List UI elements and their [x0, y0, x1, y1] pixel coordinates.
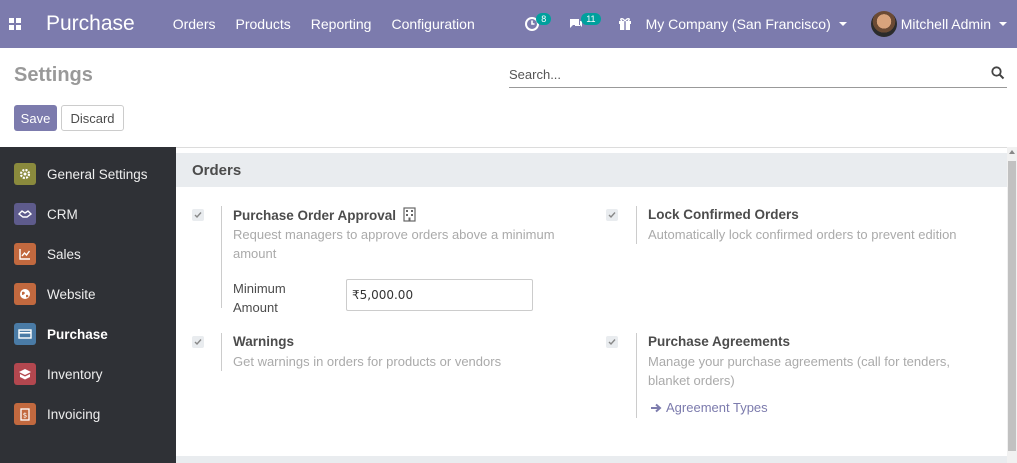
message-count-badge: 11 [581, 13, 601, 25]
save-button[interactable]: Save [14, 105, 57, 131]
agreement-types-link[interactable]: Agreement Types [650, 400, 768, 415]
top-navbar: Purchase Orders Products Reporting Confi… [0, 0, 1017, 48]
svg-text:$: $ [23, 411, 27, 419]
warnings-title: Warnings [233, 334, 295, 349]
discard-button[interactable]: Discard [61, 105, 124, 131]
sidebar-item-label: General Settings [47, 166, 148, 182]
company-name: My Company (San Francisco) [645, 16, 831, 32]
menu-orders[interactable]: Orders [173, 16, 216, 32]
lock-orders-description: Automatically lock confirmed orders to p… [648, 227, 957, 242]
lock-orders-title: Lock Confirmed Orders [648, 207, 799, 222]
gift-icon [618, 18, 631, 30]
agreements-checkbox[interactable] [606, 336, 618, 348]
divider [221, 206, 222, 308]
sidebar-item-inventory[interactable]: Inventory [0, 354, 176, 394]
checkmark-icon [608, 339, 616, 346]
avatar [870, 11, 897, 37]
chevron-down-icon [838, 22, 847, 26]
sidebar-item-invoicing[interactable]: $ Invoicing [0, 394, 176, 434]
systray: 8 11 My Company (San Francisco) Mitchell… [525, 0, 1017, 48]
po-approval-description: Request managers to approve orders above… [233, 227, 555, 261]
checkmark-icon [194, 212, 202, 219]
po-approval-title: Purchase Order Approval [233, 207, 416, 223]
warnings-description: Get warnings in orders for products or v… [233, 354, 502, 369]
content-scrollbar[interactable] [1007, 147, 1017, 463]
sidebar-item-general-settings[interactable]: General Settings [0, 154, 176, 194]
agreements-title: Purchase Agreements [648, 334, 791, 349]
divider [636, 333, 637, 418]
menu-products[interactable]: Products [236, 16, 291, 32]
settings-sidebar: General Settings CRM Sales Website Purch… [0, 147, 176, 463]
scroll-up-icon[interactable] [1009, 150, 1015, 154]
settings-content: Orders Purchase Order Approval Request m… [176, 147, 1007, 463]
sidebar-item-sales[interactable]: Sales [0, 234, 176, 274]
minimum-amount-label: Minimum Amount [233, 281, 286, 315]
sidebar-item-purchase[interactable]: Purchase [0, 314, 176, 354]
lock-orders-checkbox[interactable] [606, 209, 618, 221]
main-menu: Orders Products Reporting Configuration [173, 16, 495, 32]
user-menu[interactable]: Mitchell Admin [870, 11, 1007, 37]
app-brand[interactable]: Purchase [46, 12, 135, 36]
box-icon [14, 363, 36, 385]
chevron-down-icon [999, 22, 1007, 26]
handshake-icon [14, 203, 36, 225]
search-icon[interactable] [991, 66, 1005, 80]
content-bottom-bar [176, 456, 1007, 463]
globe-icon [14, 283, 36, 305]
po-approval-title-text: Purchase Order Approval [233, 208, 397, 223]
sidebar-item-label: CRM [47, 206, 78, 222]
invoice-icon: $ [14, 403, 36, 425]
sidebar-item-label: Invoicing [47, 406, 101, 422]
building-icon [403, 207, 416, 222]
sidebar-item-label: Inventory [47, 366, 103, 382]
minimum-amount-input[interactable] [346, 279, 533, 311]
po-approval-checkbox[interactable] [192, 209, 204, 221]
menu-configuration[interactable]: Configuration [391, 16, 474, 32]
sidebar-item-crm[interactable]: CRM [0, 194, 176, 234]
search-bar [509, 62, 1007, 88]
activity-count-badge: 8 [536, 13, 552, 25]
divider [636, 206, 637, 244]
arrow-right-icon [651, 403, 662, 412]
gear-icon [14, 163, 36, 185]
sidebar-item-website[interactable]: Website [0, 274, 176, 314]
warnings-checkbox[interactable] [192, 336, 204, 348]
apps-grid-icon[interactable] [0, 0, 30, 48]
sidebar-item-label: Purchase [47, 326, 108, 342]
card-icon [14, 323, 36, 345]
messaging-menu[interactable]: 11 [568, 13, 603, 31]
divider [221, 333, 222, 371]
scroll-thumb[interactable] [1008, 161, 1016, 451]
agreements-description: Manage your purchase agreements (call fo… [648, 354, 951, 388]
company-switcher[interactable]: My Company (San Francisco) [646, 16, 847, 32]
activity-menu[interactable]: 8 [525, 13, 554, 31]
search-input[interactable] [509, 62, 979, 86]
chart-icon [14, 243, 36, 265]
agreement-types-label: Agreement Types [666, 400, 768, 415]
gift-button[interactable] [618, 17, 632, 31]
checkmark-icon [194, 339, 202, 346]
page-title: Settings [14, 64, 93, 86]
checkmark-icon [608, 212, 616, 219]
sidebar-item-label: Sales [47, 246, 81, 262]
sidebar-item-label: Website [47, 286, 96, 302]
menu-reporting[interactable]: Reporting [311, 16, 372, 32]
user-name: Mitchell Admin [900, 16, 991, 32]
section-title-orders: Orders [176, 153, 1007, 187]
